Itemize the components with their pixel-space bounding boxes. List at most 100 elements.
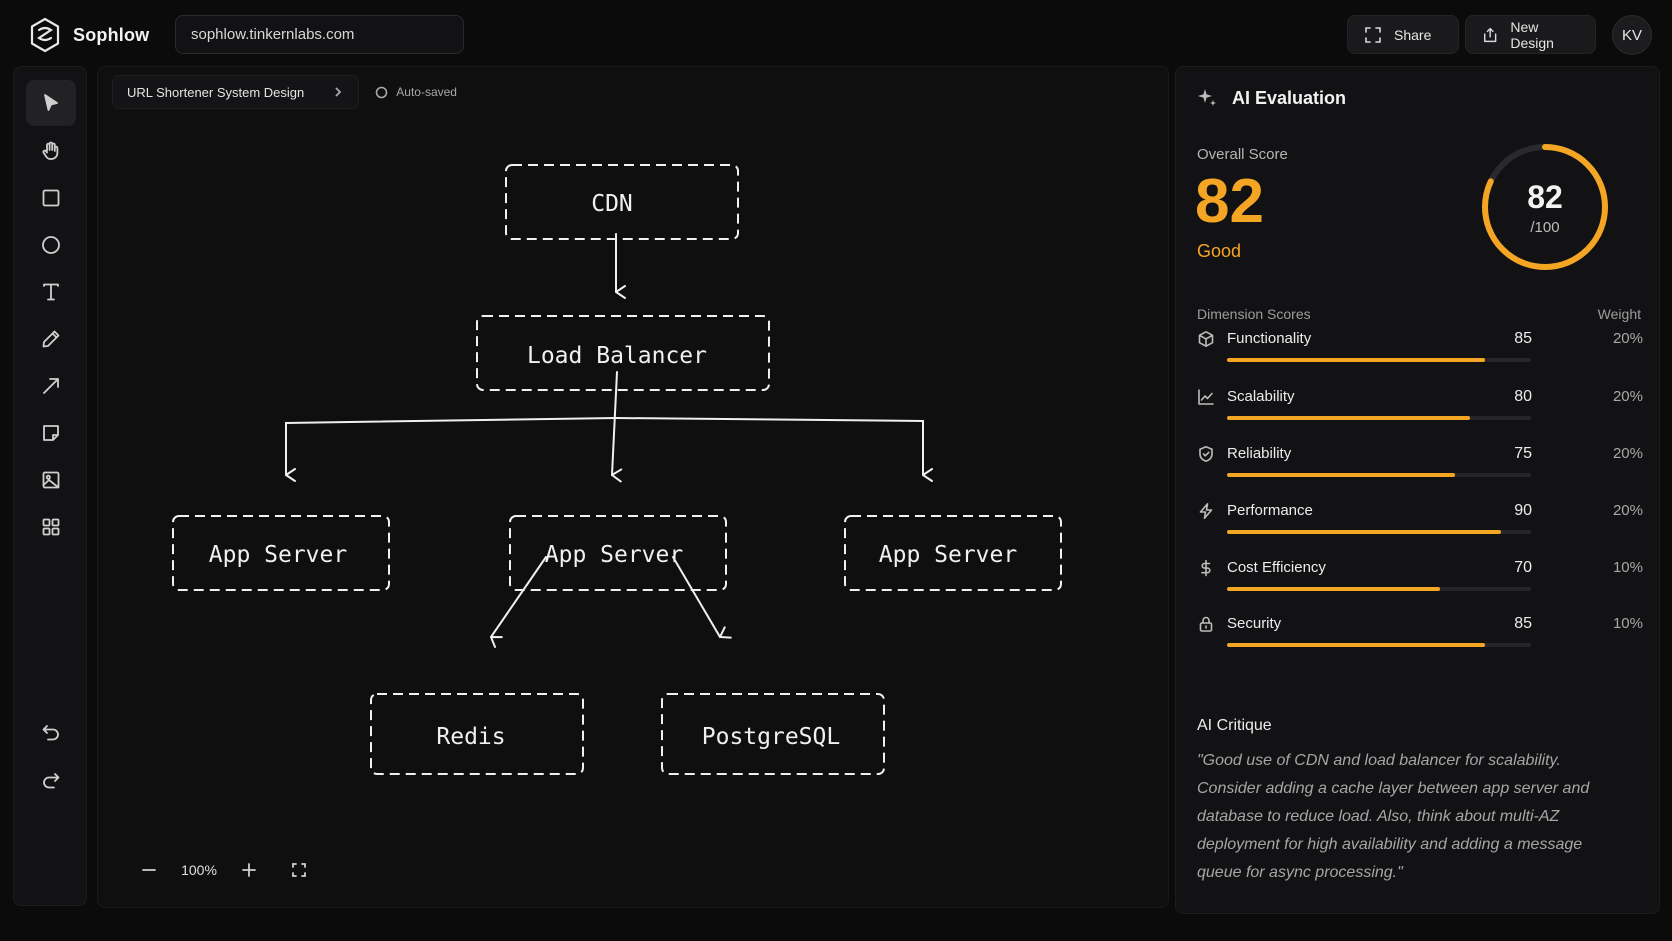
new-design-button[interactable]: New Design [1465, 15, 1596, 54]
share-button[interactable]: Share [1347, 15, 1459, 54]
trending-chart-icon [1197, 388, 1215, 406]
fit-to-screen-button[interactable] [274, 850, 324, 890]
weight-label: Weight [1597, 306, 1641, 322]
design-canvas[interactable]: URL Shortener System Design Auto-saved C… [97, 66, 1169, 908]
dimension-bar-fill [1227, 643, 1486, 647]
dimension-row-security: Security 85 10% [1197, 615, 1643, 665]
hand-icon [42, 141, 59, 160]
cube-icon [1197, 330, 1215, 348]
node-load-balancer-label: Load Balancer [527, 343, 707, 369]
dimension-bar-fill [1227, 530, 1501, 534]
dimension-bar-track [1227, 643, 1531, 647]
tool-pencil[interactable] [26, 316, 76, 362]
fullscreen-icon [292, 863, 306, 877]
share-label: Share [1394, 26, 1432, 43]
dimension-bar-fill [1227, 416, 1471, 420]
new-design-icon [1483, 27, 1497, 42]
zoom-controls: 100% [124, 847, 324, 893]
lock-icon [1197, 615, 1215, 633]
score-ring-value: 82 [1527, 179, 1563, 215]
node-app-server-3-label: App Server [879, 542, 1017, 568]
critique-text: "Good use of CDN and load balancer for s… [1197, 752, 1590, 881]
lightning-icon [1197, 502, 1215, 520]
dimension-bar-track [1227, 358, 1531, 362]
node-app-server-1-label: App Server [209, 542, 347, 568]
panel-header: AI Evaluation [1196, 87, 1346, 109]
redo-button[interactable] [26, 757, 76, 803]
node-postgresql-label: PostgreSQL [702, 724, 840, 750]
minus-icon [142, 869, 156, 871]
dimension-weight: 20% [1612, 502, 1643, 519]
dimension-weight: 20% [1612, 388, 1643, 405]
node-redis-label: Redis [436, 724, 505, 750]
tool-components[interactable] [26, 504, 76, 550]
dimension-name: Functionality [1227, 330, 1312, 347]
zoom-out-button[interactable] [124, 850, 174, 890]
cursor-icon [44, 94, 58, 111]
overall-score-value: 82 [1195, 167, 1264, 236]
edge-app2-pg[interactable] [672, 556, 732, 639]
dimension-name: Reliability [1227, 445, 1292, 462]
undo-icon [42, 725, 59, 741]
dimension-bar-track [1227, 587, 1531, 591]
dimension-bar-fill [1227, 587, 1440, 591]
tool-hand[interactable] [26, 128, 76, 174]
node-app-server-2-label: App Server [545, 542, 683, 568]
address-field[interactable]: sophlow.tinkernlabs.com [175, 15, 464, 54]
edge-app2-redis[interactable] [490, 556, 547, 649]
edge-lb-app1[interactable] [285, 417, 617, 482]
user-avatar[interactable]: KV [1612, 15, 1652, 55]
dimension-row-performance: Performance 90 20% [1197, 502, 1643, 552]
edge-lb-app3[interactable] [615, 417, 933, 482]
tool-rectangle[interactable] [26, 175, 76, 221]
tool-image[interactable] [26, 457, 76, 503]
undo-button[interactable] [26, 709, 76, 755]
dimension-weight: 20% [1612, 330, 1643, 347]
grid-icon [42, 518, 60, 536]
dimension-name: Cost Efficiency [1227, 559, 1326, 576]
tool-arrow[interactable] [26, 363, 76, 409]
top-bar: Sophlow sophlow.tinkernlabs.com Share Ne… [0, 0, 1672, 66]
circle-icon [42, 236, 60, 254]
app-logo[interactable]: Sophlow [27, 17, 149, 53]
dimension-row-reliability: Reliability 75 20% [1197, 445, 1643, 495]
node-cdn-label: CDN [591, 191, 633, 217]
dimension-row-cost-efficiency: Cost Efficiency 70 10% [1197, 559, 1643, 609]
dimension-score: 85 [1514, 615, 1532, 632]
app-name: Sophlow [73, 24, 150, 45]
text-icon [43, 283, 59, 301]
new-design-label: New Design [1510, 18, 1554, 51]
share-icon [1365, 26, 1381, 43]
shield-icon [1197, 445, 1215, 463]
zoom-level: 100% [181, 862, 217, 878]
dimension-score: 70 [1514, 559, 1532, 576]
tool-ellipse[interactable] [26, 222, 76, 268]
tool-sticky-note[interactable] [26, 410, 76, 456]
plus-icon [242, 863, 256, 877]
dimension-name: Security [1227, 615, 1282, 632]
dimension-weight: 20% [1612, 445, 1643, 462]
dimension-name: Scalability [1227, 388, 1295, 405]
panel-title: AI Evaluation [1232, 87, 1347, 108]
tool-select[interactable] [26, 80, 76, 126]
redo-icon [43, 773, 60, 789]
score-ring-max: /100 [1530, 219, 1560, 236]
overall-score-grade: Good [1197, 241, 1242, 261]
edge-lb-app2[interactable] [611, 371, 623, 483]
arrow-icon [43, 378, 59, 394]
dimension-bar-track [1227, 416, 1531, 420]
dimension-weight: 10% [1612, 615, 1643, 632]
zoom-in-button[interactable] [224, 850, 274, 890]
dimension-bar-fill [1227, 473, 1455, 477]
image-icon [42, 471, 60, 489]
dimension-name: Performance [1227, 502, 1313, 519]
pencil-icon [42, 330, 60, 348]
dimension-bar-fill [1227, 358, 1486, 362]
sophlow-logo-icon [30, 17, 60, 53]
critique-title: AI Critique [1197, 717, 1272, 734]
dimension-score: 80 [1514, 388, 1532, 405]
overall-score-label: Overall Score [1197, 146, 1288, 163]
tool-palette [13, 66, 87, 906]
tool-text[interactable] [26, 269, 76, 315]
sticky-note-icon [43, 425, 59, 441]
